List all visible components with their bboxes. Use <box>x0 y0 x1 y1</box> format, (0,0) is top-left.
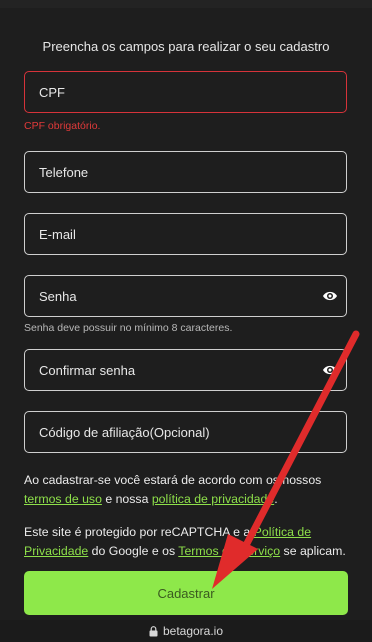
email-placeholder: E-mail <box>39 226 76 242</box>
privacy-policy-link[interactable]: política de privacidade <box>152 492 274 506</box>
recaptcha-suffix: se aplicam. <box>280 544 346 558</box>
cpf-error-message: CPF obrigatório. <box>24 120 101 132</box>
phone-field[interactable]: Telefone <box>24 151 347 193</box>
confirm-password-field[interactable]: Confirmar senha <box>24 349 347 391</box>
terms-of-use-link[interactable]: termos de uso <box>24 492 102 506</box>
browser-url-bar[interactable]: betagora.io <box>0 620 372 642</box>
terms-suffix: . <box>274 492 278 506</box>
terms-prefix: Ao cadastrar-se você estará de acordo co… <box>24 473 322 487</box>
terms-text: Ao cadastrar-se você estará de acordo co… <box>24 471 354 509</box>
eye-icon[interactable] <box>322 363 338 377</box>
lock-icon <box>149 625 158 636</box>
top-edge <box>0 0 372 8</box>
password-placeholder: Senha <box>39 288 77 304</box>
phone-placeholder: Telefone <box>39 164 89 180</box>
cpf-field[interactable]: CPF <box>24 71 347 113</box>
eye-icon[interactable] <box>322 289 338 303</box>
password-field[interactable]: Senha <box>24 275 347 317</box>
confirm-password-placeholder: Confirmar senha <box>39 362 136 378</box>
affiliate-code-field[interactable]: Código de afiliação(Opcional) <box>24 411 347 453</box>
password-hint: Senha deve possuir no mínimo 8 caractere… <box>24 322 233 334</box>
recaptcha-prefix: Este site é protegido por reCAPTCHA e a <box>24 525 254 539</box>
email-field[interactable]: E-mail <box>24 213 347 255</box>
url-text: betagora.io <box>162 624 224 638</box>
form-heading: Preencha os campos para realizar o seu c… <box>42 39 330 54</box>
recaptcha-middle: do Google e os <box>88 544 179 558</box>
recaptcha-text: Este site é protegido por reCAPTCHA e a … <box>24 523 354 561</box>
cpf-placeholder: CPF <box>39 84 65 100</box>
terms-middle: e nossa <box>101 492 152 506</box>
affiliate-code-placeholder: Código de afiliação(Opcional) <box>39 424 210 440</box>
submit-button[interactable]: Cadastrar <box>24 571 348 615</box>
google-terms-link[interactable]: Termos de Serviço <box>178 544 280 558</box>
